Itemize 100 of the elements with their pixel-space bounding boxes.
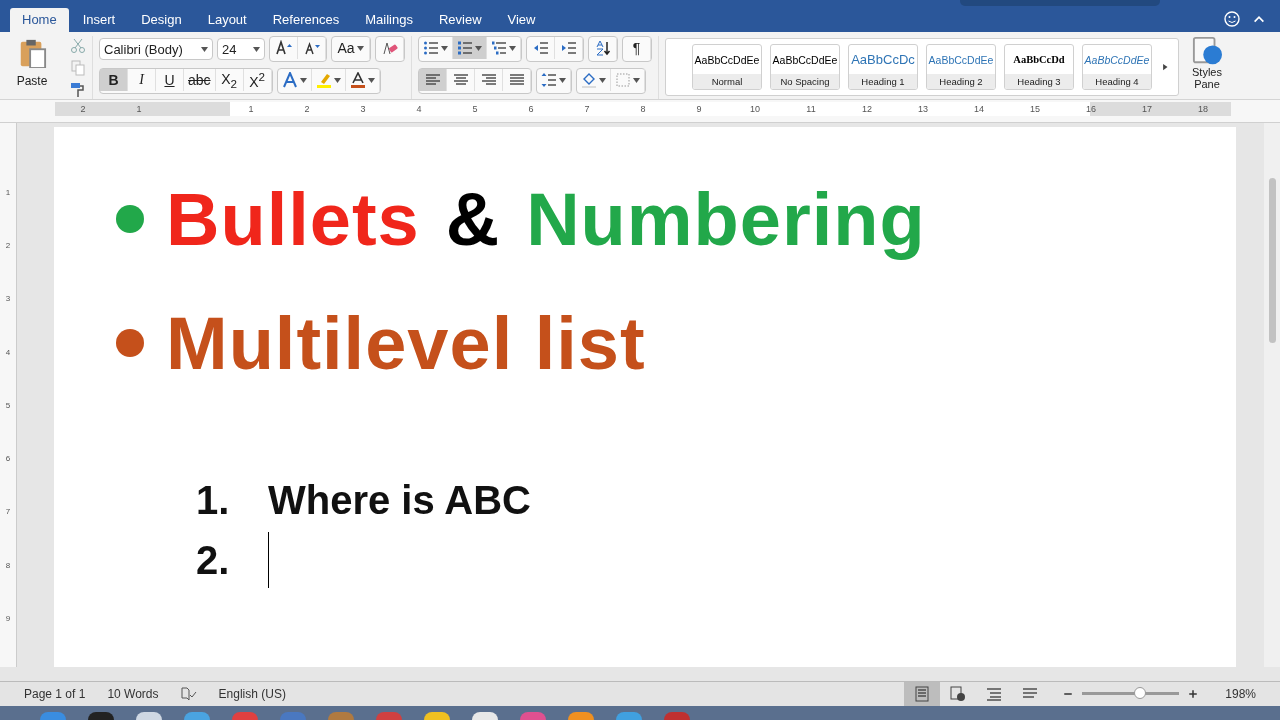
view-button[interactable] [904,682,941,706]
borders-icon [615,72,631,88]
caret-icon [253,46,260,52]
sup-button[interactable]: X$^{2}$ [243,69,272,91]
ruler-number: 8 [4,560,12,572]
shrink-font-icon [303,40,320,56]
paste-button[interactable]: Paste [8,36,56,99]
app-icon[interactable] [472,712,498,720]
ruler-number: 18 [1197,103,1209,116]
ruler-number: 14 [973,103,985,116]
smiley-icon [1224,11,1240,27]
list-style-button[interactable] [453,37,487,59]
eraser-icon [381,40,398,56]
heading-text: Numbering [526,176,926,262]
outlined-letter-icon [281,72,298,88]
ruler-number: 11 [805,103,817,116]
italic-button[interactable]: I [128,69,156,91]
paintbrush-icon [70,82,86,98]
bulleted-list-icon [423,40,439,56]
ruler-number: 10 [749,103,761,116]
ruler-number: 3 [359,103,367,116]
ruler-number: 3 [4,294,12,306]
search-field[interactable] [960,0,1160,6]
caret-icon [356,45,364,51]
app-icon[interactable] [88,712,114,720]
ruler-number: 9 [695,103,703,116]
ruler-number: 4 [4,347,12,359]
ribbon-tab[interactable]: Mailings [353,8,425,32]
print-layout-icon [914,686,931,702]
ruler-number: 7 [4,507,12,519]
sort-icon [594,40,611,56]
scrollbar-thumb[interactable] [1268,178,1276,343]
ribbon-tab[interactable]: Layout [195,8,259,32]
scissors-icon [70,38,86,54]
ruler-number: 5 [4,400,12,412]
app-icon[interactable] [424,712,450,720]
ruler-number: 16 [1085,103,1097,116]
font-size-field[interactable]: 24 [217,38,265,60]
ruler-number: 2 [79,103,87,116]
ribbon-tab[interactable]: Home [10,8,69,32]
heading-text: & [445,176,501,262]
style-tile[interactable]: AaBbCcDdEe Heading 4 [1082,44,1152,90]
align-justify-icon [508,72,525,88]
app-icon[interactable] [184,712,210,720]
caret-icon [475,45,482,51]
align-center-icon [452,72,469,88]
ribbon-tab[interactable]: Review [426,8,494,32]
ruler-number: 12 [861,103,873,116]
ruler-number: 8 [639,103,647,116]
style-tile[interactable]: AaBbCcDdEe Normal [692,44,762,90]
ribbon-tab[interactable]: References [260,8,352,32]
show-marks-button[interactable]: ¶ [623,37,651,59]
caret-icon [559,77,566,83]
list-number: 1. [196,477,231,523]
ruler-number: 1 [4,188,12,199]
ruler-number: 7 [583,103,591,116]
ruler-number: 1 [247,103,255,116]
underline-button[interactable]: U [156,69,184,91]
ruler-number: 6 [4,454,12,466]
ruler-number: 4 [415,103,423,116]
app-icon[interactable] [568,712,594,720]
list-number: 2. [196,537,231,583]
copy-icon [70,60,86,76]
line-spacing-icon [541,72,557,88]
caret-icon [299,77,307,83]
styles-pane-button[interactable]: Styles Pane [1185,36,1229,99]
ruler-number: 15 [1029,103,1041,116]
caret-icon [509,45,516,51]
style-tile[interactable]: AaBbCcDdEe Heading 2 [926,44,996,90]
zoom-level: 198% [1225,687,1256,701]
align-button[interactable] [419,69,447,91]
styles-pane-icon [1192,36,1222,66]
outline-icon [986,686,1003,702]
font-name-field[interactable]: Calibri (Body) [99,38,213,60]
change-case-button[interactable]: Aa [332,37,370,59]
style-tile[interactable]: AaBbCcDc Heading 1 [848,44,918,90]
ribbon-tab[interactable]: Insert [70,8,128,32]
ruler-number: 9 [4,613,12,625]
align-left-icon [424,72,441,88]
ribbon-tab[interactable]: View [495,8,548,32]
multilevel-list-icon [491,40,507,56]
heading-text: Bullets [166,176,420,262]
ruler-number: 5 [471,103,479,116]
caret-icon [633,77,640,83]
sub-button[interactable]: X$_{2}$ [215,69,244,91]
font-color-icon [349,72,366,88]
word-count: 10 Words [107,687,159,701]
highlighter-icon [315,72,332,88]
style-tile[interactable]: AaBbCcDd Heading 3 [1004,44,1074,90]
bold-button[interactable]: B [100,69,128,91]
paint-bucket-icon [581,72,597,88]
strike-button[interactable]: abc [184,69,216,91]
ribbon-tab[interactable]: Design [129,8,194,32]
language: English (US) [218,687,286,701]
slider-thumb[interactable] [1134,687,1147,699]
align-right-icon [480,72,497,88]
proofing-book-icon [180,686,197,702]
app-icon[interactable] [136,712,162,720]
caret-icon [201,46,208,52]
style-tile[interactable]: AaBbCcDdEe No Spacing [770,44,840,90]
